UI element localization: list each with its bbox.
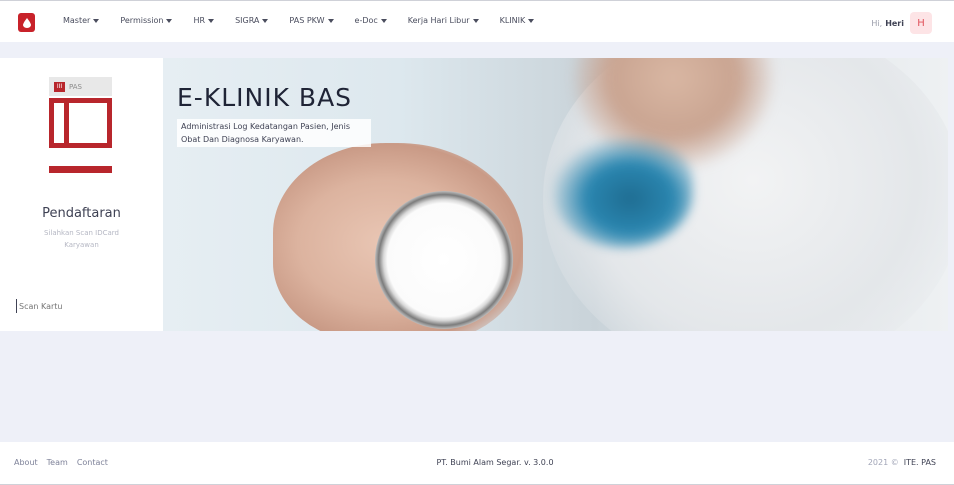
scan-card-input[interactable] bbox=[16, 299, 146, 313]
caret-down-icon bbox=[528, 18, 535, 23]
copyright-org: ITE. PAS bbox=[903, 458, 936, 467]
copyright-year: 2021 © bbox=[867, 458, 899, 467]
logo-bar bbox=[49, 166, 112, 173]
menu-master[interactable]: Master bbox=[63, 16, 100, 25]
menu-e-doc[interactable]: e-Doc bbox=[355, 16, 387, 25]
menu-label: Master bbox=[63, 16, 91, 25]
menu-pas-pkw[interactable]: PAS PKW bbox=[289, 16, 334, 25]
menu-sigra[interactable]: SIGRA bbox=[235, 16, 269, 25]
footer-company: PT. Bumi Alam Segar. v. 3.0.0 bbox=[436, 458, 554, 467]
top-navbar: Master Permission HR SIGRA PAS PKW e-Doc… bbox=[0, 0, 954, 42]
main-menu: Master Permission HR SIGRA PAS PKW e-Doc… bbox=[63, 16, 555, 25]
menu-label: PAS PKW bbox=[289, 16, 325, 25]
menu-label: Kerja Hari Libur bbox=[407, 16, 470, 25]
user-menu[interactable]: Hi, Heri H bbox=[871, 12, 932, 34]
menu-kerja-hari-libur[interactable]: Kerja Hari Libur bbox=[408, 16, 479, 25]
caret-down-icon bbox=[262, 18, 269, 23]
logo-frame bbox=[49, 98, 112, 148]
registration-subtitle: Silahkan Scan IDCard Karyawan bbox=[43, 229, 119, 249]
right-edge bbox=[948, 58, 954, 331]
menu-hr[interactable]: HR bbox=[193, 16, 215, 25]
doctor-tie-image bbox=[553, 138, 693, 248]
caret-down-icon bbox=[166, 18, 173, 23]
menu-label: KLINIK bbox=[499, 16, 526, 25]
menu-label: HR bbox=[193, 16, 206, 25]
menu-label: SIGRA bbox=[235, 16, 260, 25]
menu-label: e-Doc bbox=[354, 16, 378, 25]
hero-title: E-KLINIK BAS bbox=[177, 83, 353, 112]
caret-down-icon bbox=[472, 18, 479, 23]
caret-down-icon bbox=[208, 18, 215, 23]
brand-logo[interactable] bbox=[18, 13, 35, 32]
menu-permission[interactable]: Permission bbox=[120, 16, 173, 25]
caret-down-icon bbox=[380, 18, 387, 23]
footer-copyright: 2021 © ITE. PAS bbox=[868, 458, 936, 467]
hero-description: Administrasi Log Kedatangan Pasien, Jeni… bbox=[177, 119, 371, 147]
menu-label: Permission bbox=[120, 16, 164, 25]
registration-title: Pendaftaran bbox=[42, 206, 121, 221]
caret-down-icon bbox=[93, 18, 100, 23]
caret-down-icon bbox=[327, 18, 334, 23]
hero-banner: E-KLINIK BAS Administrasi Log Kedatangan… bbox=[163, 58, 948, 331]
registration-card: III PAS Pendaftaran Silahkan Scan IDCard… bbox=[0, 58, 163, 331]
stethoscope-image bbox=[375, 191, 513, 329]
user-name: Heri bbox=[885, 18, 904, 28]
logo-divider bbox=[64, 103, 69, 143]
logo-mark: III bbox=[54, 81, 65, 92]
avatar[interactable]: H bbox=[910, 12, 932, 34]
logo-header: III PAS bbox=[49, 77, 112, 96]
blood-drop-icon bbox=[22, 17, 31, 28]
footer: About Team Contact PT. Bumi Alam Segar. … bbox=[0, 442, 954, 485]
company-logo: III PAS bbox=[49, 77, 112, 174]
greeting-text: Hi, bbox=[871, 18, 883, 28]
logo-text: PAS bbox=[69, 82, 83, 91]
menu-klinik[interactable]: KLINIK bbox=[500, 16, 535, 25]
